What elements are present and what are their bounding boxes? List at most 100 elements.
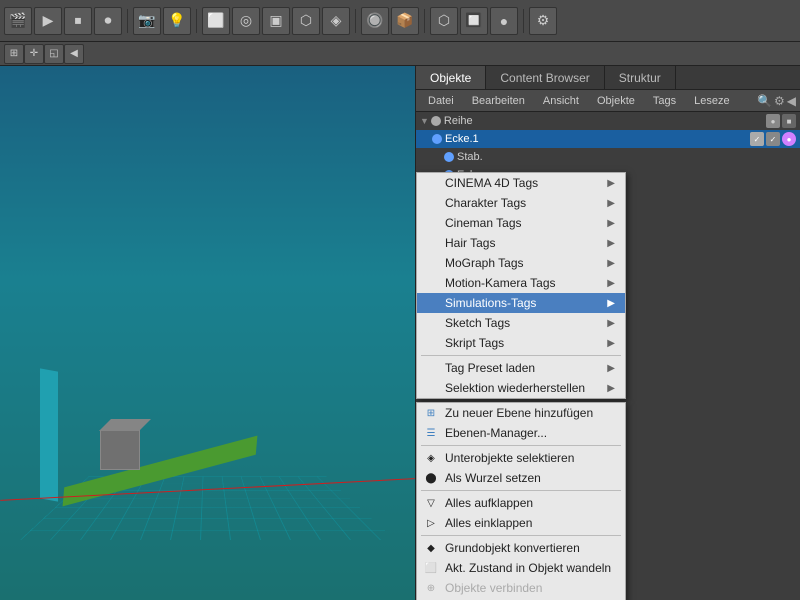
cm-arrow-hair: ▶ [607,238,615,249]
menu-ansicht[interactable]: Ansicht [535,93,587,109]
view-btn[interactable]: ◱ [44,44,64,64]
sep-1 [127,9,128,33]
cm-label-tagpreset: Tag Preset laden [445,361,535,375]
cm-label-ebenen: Ebenen-Manager... [445,426,547,440]
cm-wurzel[interactable]: ⬤ Als Wurzel setzen [417,468,625,488]
cm-zustand[interactable]: ⬜ Akt. Zustand in Objekt wandeln [417,558,625,578]
snap-btn[interactable]: ⊞ [4,44,24,64]
vis-icon-ecke1[interactable]: ✓ [750,132,764,146]
menu-bar: Datei Bearbeiten Ansicht Objekte Tags Le… [416,90,800,112]
lock-icon-reihe[interactable]: ■ [782,114,796,128]
toolbar-btn-8[interactable]: ◎ [232,7,260,35]
cm-motion-kamera[interactable]: Motion-Kamera Tags ▶ [417,273,625,293]
cm-selektion[interactable]: Selektion wiederherstellen ▶ [417,378,625,398]
toolbar-btn-11[interactable]: ◈ [322,7,350,35]
tab-content-browser[interactable]: Content Browser [486,66,604,89]
minimize-icon[interactable]: ◀ [787,94,796,108]
expand-arrow-reihe[interactable]: ▼ [420,116,429,126]
menu-objekte[interactable]: Objekte [589,93,643,109]
tree-row-ecke1[interactable]: Ecke.1 ✓ ✓ ● [416,130,800,148]
teal-bar-object [40,368,58,501]
cm-label-aufklappen: Alles aufklappen [445,496,533,510]
toolbar-btn-15[interactable]: 🔲 [460,7,488,35]
cm-label-hair: Hair Tags [445,236,495,250]
cm-hair-tags[interactable]: Hair Tags ▶ [417,233,625,253]
toolbar-btn-1[interactable]: 🎬 [4,7,32,35]
menu-datei[interactable]: Datei [420,93,462,109]
settings-icon[interactable]: ⚙ [774,94,785,108]
toolbar-btn-2[interactable]: ▶ [34,7,62,35]
cm-sep-b1 [421,445,621,446]
search-area: 🔍 ⚙ ◀ [757,94,796,108]
cm-arrow-tagpreset: ▶ [607,363,615,374]
cm-skript-tags[interactable]: Skript Tags ▶ [417,333,625,353]
cm-label-charakter: Charakter Tags [445,196,526,210]
cm-einklappen[interactable]: ▷ Alles einklappen [417,513,625,533]
cm-charakter-tags[interactable]: Charakter Tags ▶ [417,193,625,213]
cm-sep-b2 [421,490,621,491]
toolbar-btn-12[interactable]: 🔘 [361,7,389,35]
tree-row-reihe[interactable]: ▼ Reihe ● ■ [416,112,800,130]
menu-bearbeiten[interactable]: Bearbeiten [464,93,533,109]
cm-sep-b3 [421,535,621,536]
toolbar-btn-13[interactable]: 📦 [391,7,419,35]
sep-5 [523,9,524,33]
row-label-reihe: Reihe [444,115,473,127]
toolbar-btn-14[interactable]: ⬡ [430,7,458,35]
cm-label-skript: Skript Tags [445,336,504,350]
toolbar-btn-9[interactable]: ▣ [262,7,290,35]
cm-arrow-mograph: ▶ [607,258,615,269]
tab-struktur[interactable]: Struktur [605,66,676,89]
context-menu-tags: CINEMA 4D Tags ▶ Charakter Tags ▶ Cinema… [416,172,626,399]
toolbar-btn-16[interactable]: ● [490,7,518,35]
toolbar-btn-3[interactable]: ⏹ [64,7,92,35]
checkmark-ecke1[interactable]: ✓ [766,132,780,146]
cm-label-unterobjekte: Unterobjekte selektieren [445,451,574,465]
cm-label-motion: Motion-Kamera Tags [445,276,556,290]
neue-ebene-icon: ⊞ [423,405,439,421]
toolbar-btn-7[interactable]: ⬜ [202,7,230,35]
cm-label-sketch: Sketch Tags [445,316,510,330]
sep-2 [196,9,197,33]
cm-mograph-tags[interactable]: MoGraph Tags ▶ [417,253,625,273]
context-menu-bottom: ⊞ Zu neuer Ebene hinzufügen ☰ Ebenen-Man… [416,402,626,600]
cm-aufklappen[interactable]: ▽ Alles aufklappen [417,493,625,513]
toolbar-btn-5[interactable]: 📷 [133,7,161,35]
toolbar-btn-17[interactable]: ⚙ [529,7,557,35]
tree-row-stab1[interactable]: Stab. [416,148,800,166]
row-label-ecke1: Ecke.1 [445,133,479,145]
menu-tags[interactable]: Tags [645,93,684,109]
cm-tag-preset[interactable]: Tag Preset laden ▶ [417,358,625,378]
cm-ebenen-manager[interactable]: ☰ Ebenen-Manager... [417,423,625,443]
toolbar-btn-10[interactable]: ⬡ [292,7,320,35]
toolbar-btn-4[interactable]: ⏺ [94,7,122,35]
wurzel-icon: ⬤ [423,470,439,486]
object-list[interactable]: ▼ Reihe ● ■ Ecke.1 ✓ ✓ ● Stab. [416,112,800,600]
cm-label-grundobjekt: Grundobjekt konvertieren [445,541,580,555]
einklappen-icon: ▷ [423,515,439,531]
ebenen-manager-icon: ☰ [423,425,439,441]
cm-label-sim: Simulations-Tags [445,296,536,310]
main-toolbar: 🎬 ▶ ⏹ ⏺ 📷 💡 ⬜ ◎ ▣ ⬡ ◈ 🔘 📦 ⬡ 🔲 ● ⚙ [0,0,800,42]
cm-cinema4d-tags[interactable]: CINEMA 4D Tags ▶ [417,173,625,193]
coord-btn[interactable]: ✛ [24,44,44,64]
cm-neue-ebene[interactable]: ⊞ Zu neuer Ebene hinzufügen [417,403,625,423]
tag-icon-ecke1[interactable]: ● [782,132,796,146]
cm-unterobjekte[interactable]: ◈ Unterobjekte selektieren [417,448,625,468]
render-btn[interactable]: ◀ [64,44,84,64]
vis-icon-reihe[interactable]: ● [766,114,780,128]
cm-sketch-tags[interactable]: Sketch Tags ▶ [417,313,625,333]
right-panel: Objekte Content Browser Struktur Datei B… [415,66,800,600]
cm-arrow-sim: ▶ [607,298,615,309]
search-icon[interactable]: 🔍 [757,94,772,108]
menu-leseze[interactable]: Leseze [686,93,737,109]
toolbar-btn-6[interactable]: 💡 [163,7,191,35]
cube-object [100,430,140,470]
cm-verbinden[interactable]: ⊕ Objekte verbinden [417,578,625,598]
tab-objekte[interactable]: Objekte [416,66,486,89]
row-icons-ecke1: ✓ ✓ ● [750,132,796,146]
viewport[interactable] [0,66,415,600]
cm-simulations-tags[interactable]: Simulations-Tags ▶ [417,293,625,313]
cm-cineman-tags[interactable]: Cineman Tags ▶ [417,213,625,233]
cm-grundobjekt[interactable]: ◆ Grundobjekt konvertieren [417,538,625,558]
